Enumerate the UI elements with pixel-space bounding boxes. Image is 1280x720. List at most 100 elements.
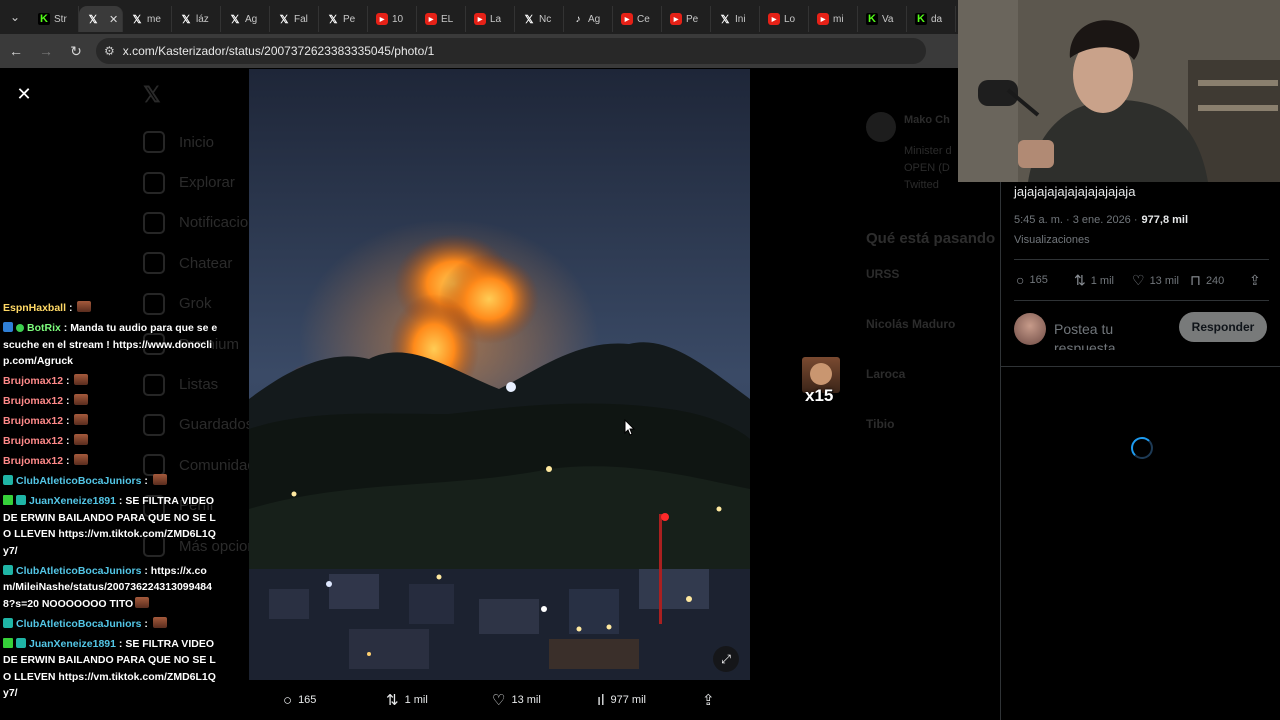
views-chart-icon: ıl [597, 691, 605, 709]
heart-icon: ♡ [492, 692, 506, 709]
bookmark-button[interactable]: ⊓ 240 [1190, 272, 1224, 289]
browser-tab[interactable]: ▶ mi [809, 6, 858, 32]
site-info-icon[interactable]: ⚙ [104, 44, 115, 58]
x-favicon-icon: 𝕏 [132, 13, 142, 26]
tab-label: 10 [392, 13, 404, 25]
tab-label: Ag [245, 13, 258, 25]
sub-badge-icon [3, 475, 13, 485]
chat-emote-icon [74, 454, 89, 465]
reply-composer: Postea tu respuesta Responder [1014, 310, 1269, 350]
chat-message: BotRix : Manda tu audio para que se escu… [3, 322, 218, 367]
viewer-views-button[interactable]: ıl 977 mil [597, 692, 646, 709]
forward-icon[interactable]: → [32, 37, 60, 65]
chat-username[interactable]: Brujomax12 [3, 455, 63, 467]
yt-favicon-icon: ▶ [621, 13, 633, 25]
chat-username[interactable]: Brujomax12 [3, 415, 63, 427]
trend-item: URSS [866, 267, 900, 281]
close-icon[interactable]: ✕ [12, 82, 36, 106]
dot-badge-icon [16, 324, 24, 332]
reply-icon: ○ [283, 691, 293, 709]
chat-emote-icon [74, 394, 89, 405]
views-label: Visualizaciones [1014, 234, 1090, 246]
yt-favicon-icon: ▶ [670, 13, 682, 25]
browser-tab[interactable]: ▶ EL [417, 6, 466, 32]
chat-message: JuanXeneize1891 : SE FILTRA VIDEO DE ERW… [3, 637, 216, 699]
chat-username[interactable]: ClubAtleticoBocaJuniors [16, 618, 141, 630]
sub-badge-icon [3, 564, 13, 575]
emote-combo-count: x15 [805, 386, 834, 405]
photo-expand-icon[interactable]: ⤢ [713, 646, 739, 672]
viewer-repost-button[interactable]: ⇅ 1 mil [386, 691, 428, 709]
sub-badge-icon [16, 637, 26, 648]
browser-tab[interactable]: 𝕏 Nc [515, 6, 564, 32]
browser-tab[interactable]: Kda [907, 6, 956, 32]
chat-emote-icon [152, 616, 167, 628]
url-field[interactable]: ⚙ x.com/Kasterizador/status/200737262338… [96, 38, 926, 64]
chat-username[interactable]: BotRix [27, 322, 61, 334]
url-text: x.com/Kasterizador/status/20073726233833… [122, 44, 435, 58]
trend-item: Laroca [866, 367, 906, 381]
share-button[interactable]: ⇪ [1249, 272, 1261, 289]
browser-tab[interactable]: ♪ Ag [564, 6, 613, 32]
browser-tab[interactable]: K Str [30, 6, 79, 32]
reply-button[interactable]: ○ 165 [1016, 272, 1048, 288]
loading-spinner-icon [1131, 437, 1153, 459]
tt-favicon-icon: ♪ [575, 13, 581, 25]
chat-message: Brujomax12 : [3, 413, 218, 430]
sub-badge-icon [16, 495, 26, 505]
browser-tab[interactable]: K Va [858, 6, 907, 32]
chat-username[interactable]: ClubAtleticoBocaJuniors [16, 565, 141, 577]
divider [1014, 300, 1269, 301]
tab-close-icon[interactable]: ✕ [109, 13, 118, 26]
divider [1014, 259, 1269, 260]
browser-tab[interactable]: 𝕏me [123, 6, 172, 32]
streamer-webcam [958, 0, 1280, 182]
browser-tab[interactable]: 𝕏láz [172, 6, 221, 32]
chat-username[interactable]: Brujomax12 [3, 395, 63, 407]
tab-search-icon[interactable]: ⌄ [0, 0, 30, 34]
tab-label: me [147, 13, 161, 25]
tweet-photo[interactable] [249, 69, 750, 680]
x-logo-icon: 𝕏 [143, 82, 161, 107]
chat-emote-icon [74, 434, 89, 445]
tweet-meta: 5:45 a. m. · 3 ene. 2026 · 977,8 mil [1014, 214, 1188, 226]
viewer-reply-button[interactable]: ○ 165 [283, 692, 316, 709]
chat-username[interactable]: JuanXeneize1891 [29, 638, 116, 650]
browser-tab[interactable]: ▶ Lo [760, 6, 809, 32]
reply-submit-button[interactable]: Responder [1179, 312, 1267, 342]
chat-message: ClubAtleticoBocaJuniors : https://x.com/… [3, 564, 212, 610]
plus-badge-icon [3, 495, 13, 505]
x-favicon-icon: 𝕏 [720, 13, 730, 26]
like-button[interactable]: ♡ 13 mil [1132, 272, 1179, 289]
yt-favicon-icon: ▶ [376, 13, 388, 25]
browser-tab[interactable]: ▶ Pe [662, 6, 711, 32]
chat-username[interactable]: Brujomax12 [3, 435, 63, 447]
browser-tab[interactable]: 𝕏 Pe [319, 6, 368, 32]
browser-tab[interactable]: ▶ 10 [368, 6, 417, 32]
browser-tab[interactable]: 𝕏 ✕ [79, 6, 123, 32]
x-favicon-icon: 𝕏 [328, 13, 338, 26]
reload-icon[interactable]: ↻ [62, 37, 90, 65]
tab-label: Pe [343, 13, 356, 25]
chat-username[interactable]: ClubAtleticoBocaJuniors [16, 475, 141, 487]
tab-strip: K Str 𝕏 ✕ 𝕏me 𝕏láz 𝕏 Ag 𝕏 Fal 𝕏 Pe ▶ 10 ▶ EL ▶ La 𝕏 Nc ♪ Ag ▶ C… [30, 2, 956, 32]
browser-tab[interactable]: ▶ La [466, 6, 515, 32]
back-icon[interactable]: ← [2, 37, 30, 65]
tweet-timestamp[interactable]: 5:45 a. m. · 3 ene. 2026 · [1014, 214, 1138, 226]
tab-label: Str [54, 13, 67, 25]
chat-message: JuanXeneize1891 : SE FILTRA VIDEO DE ERW… [3, 495, 216, 557]
browser-tab[interactable]: 𝕏 Ini [711, 6, 760, 32]
tab-label: Ce [637, 13, 650, 25]
reply-input[interactable]: Postea tu respuesta [1054, 320, 1174, 350]
browser-tab[interactable]: ▶ Ce [613, 6, 662, 32]
viewer-like-button[interactable]: ♡ 13 mil [492, 691, 541, 709]
repost-button[interactable]: ⇅ 1 mil [1074, 272, 1114, 289]
chat-username[interactable]: Brujomax12 [3, 375, 63, 387]
chat-username[interactable]: EspnHaxball [3, 302, 66, 314]
browser-tab[interactable]: 𝕏 Fal [270, 6, 319, 32]
viewer-share-button[interactable]: ⇪ [702, 691, 715, 709]
bot-badge-icon [3, 322, 13, 332]
chat-username[interactable]: JuanXeneize1891 [29, 495, 116, 507]
browser-tab[interactable]: 𝕏 Ag [221, 6, 270, 32]
tab-label: Lo [784, 13, 796, 25]
